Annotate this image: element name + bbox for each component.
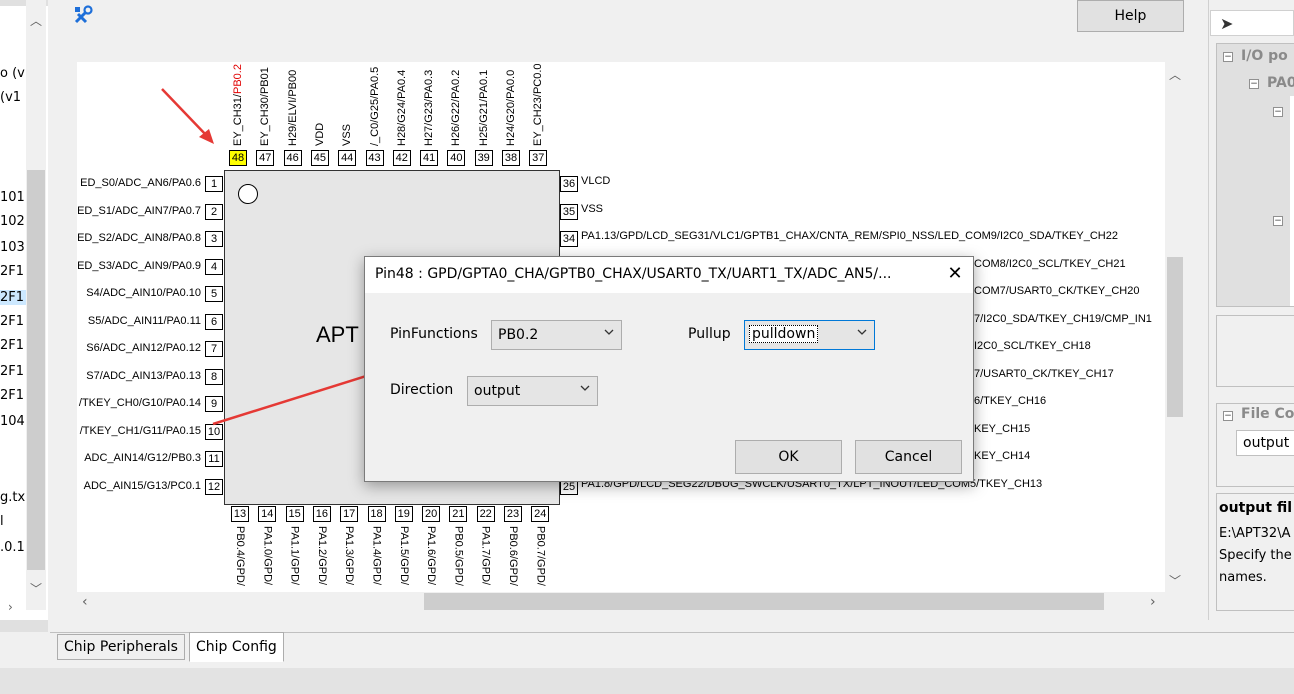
- empty-property-box: [1216, 315, 1294, 387]
- chevron-down-icon: [580, 385, 590, 391]
- status-strip: [0, 668, 1294, 694]
- pin-config-dialog[interactable]: Pin48 : GPD/GPTA0_CHA/GPTB0_CHAX/USART0_…: [364, 256, 974, 482]
- ok-button[interactable]: OK: [735, 440, 842, 474]
- arrow-to-pin48: [161, 88, 208, 137]
- tab-chip-config[interactable]: Chip Config: [189, 632, 284, 662]
- direction-label: Direction: [390, 382, 454, 398]
- collapse-icon[interactable]: −: [1223, 411, 1233, 421]
- property-values-column: [1290, 96, 1294, 306]
- direction-select[interactable]: output: [467, 376, 598, 406]
- io-port-label: I/O po: [1241, 48, 1288, 64]
- description-line: Specify the: [1219, 548, 1292, 563]
- chevron-down-icon: [857, 329, 867, 335]
- pa0-label: PA0: [1267, 75, 1294, 91]
- pin-functions-label: PinFunctions: [390, 326, 478, 342]
- pullup-select[interactable]: pulldown: [744, 320, 875, 350]
- cancel-button[interactable]: Cancel: [855, 440, 962, 474]
- file-config-label: File Co: [1241, 406, 1294, 422]
- collapse-icon[interactable]: −: [1273, 107, 1283, 117]
- dialog-title-bar[interactable]: Pin48 : GPD/GPTA0_CHA/GPTB0_CHAX/USART0_…: [365, 257, 973, 293]
- direction-value: output: [474, 383, 521, 399]
- collapse-icon[interactable]: −: [1223, 52, 1233, 62]
- description-line: names.: [1219, 570, 1267, 585]
- dialog-title: Pin48 : GPD/GPTA0_CHA/GPTB0_CHAX/USART0_…: [375, 266, 892, 282]
- tab-chip-peripherals[interactable]: Chip Peripherals: [57, 634, 185, 660]
- chevron-down-icon: [604, 329, 614, 335]
- pin-functions-value: PB0.2: [498, 327, 539, 343]
- file-value[interactable]: output: [1236, 430, 1294, 456]
- collapse-icon[interactable]: −: [1273, 216, 1283, 226]
- collapse-icon[interactable]: −: [1249, 79, 1259, 89]
- description-title: output fil: [1219, 500, 1293, 516]
- close-icon[interactable]: ✕: [943, 263, 967, 287]
- pullup-label: Pullup: [688, 326, 731, 342]
- pin-functions-select[interactable]: PB0.2: [491, 320, 622, 350]
- description-line: E:\APT32\A: [1219, 526, 1291, 541]
- navigate-icon[interactable]: ➤: [1220, 14, 1233, 33]
- pullup-value: pulldown: [749, 325, 819, 343]
